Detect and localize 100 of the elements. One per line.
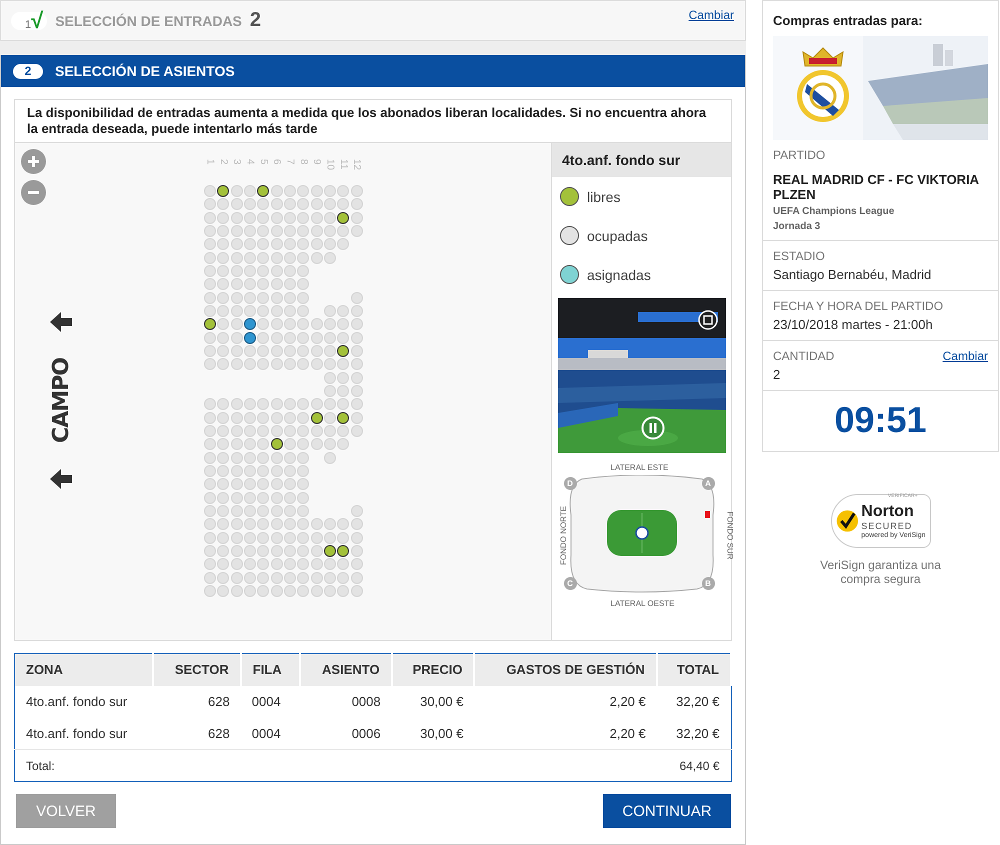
taken-seat[interactable] <box>284 544 296 557</box>
free-seat[interactable] <box>337 344 350 357</box>
taken-seat[interactable] <box>310 518 323 530</box>
taken-seat[interactable] <box>270 318 283 330</box>
taken-seat[interactable] <box>230 478 243 490</box>
taken-seat[interactable] <box>284 198 296 210</box>
taken-seat[interactable] <box>244 238 256 250</box>
taken-seat[interactable] <box>217 252 230 264</box>
taken-seat[interactable] <box>230 292 243 304</box>
taken-seat[interactable] <box>297 344 310 357</box>
taken-seat[interactable] <box>257 224 270 237</box>
taken-seat[interactable] <box>310 198 323 210</box>
zoom-in-button[interactable] <box>21 149 46 174</box>
taken-seat[interactable] <box>324 372 336 384</box>
taken-seat[interactable] <box>257 358 270 370</box>
taken-seat[interactable] <box>244 532 256 544</box>
taken-seat[interactable] <box>244 478 256 490</box>
taken-seat[interactable] <box>217 224 230 237</box>
taken-seat[interactable] <box>297 584 310 597</box>
taken-seat[interactable] <box>297 532 310 544</box>
taken-seat[interactable] <box>204 412 216 424</box>
taken-seat[interactable] <box>284 318 296 330</box>
taken-seat[interactable] <box>217 264 230 277</box>
taken-seat[interactable] <box>217 504 230 517</box>
taken-seat[interactable] <box>284 504 296 517</box>
taken-seat[interactable] <box>350 292 363 304</box>
taken-seat[interactable] <box>257 492 270 504</box>
taken-seat[interactable] <box>230 544 243 557</box>
taken-seat[interactable] <box>297 264 310 277</box>
assigned-seat[interactable] <box>244 332 256 344</box>
taken-seat[interactable] <box>230 504 243 517</box>
taken-seat[interactable] <box>284 412 296 424</box>
taken-seat[interactable] <box>310 318 323 330</box>
taken-seat[interactable] <box>310 224 323 237</box>
taken-seat[interactable] <box>217 292 230 304</box>
taken-seat[interactable] <box>257 572 270 584</box>
taken-seat[interactable] <box>230 424 243 437</box>
taken-seat[interactable] <box>217 464 230 477</box>
taken-seat[interactable] <box>204 464 216 477</box>
assigned-seat[interactable] <box>244 318 256 330</box>
taken-seat[interactable] <box>297 278 310 290</box>
taken-seat[interactable] <box>324 304 336 317</box>
taken-seat[interactable] <box>257 412 270 424</box>
taken-seat[interactable] <box>230 412 243 424</box>
taken-seat[interactable] <box>324 452 336 464</box>
taken-seat[interactable] <box>257 292 270 304</box>
taken-seat[interactable] <box>284 584 296 597</box>
taken-seat[interactable] <box>337 372 350 384</box>
free-seat[interactable] <box>337 212 350 224</box>
taken-seat[interactable] <box>217 452 230 464</box>
free-seat[interactable] <box>337 544 350 557</box>
taken-seat[interactable] <box>244 212 256 224</box>
taken-seat[interactable] <box>284 492 296 504</box>
taken-seat[interactable] <box>230 278 243 290</box>
taken-seat[interactable] <box>204 344 216 357</box>
taken-seat[interactable] <box>284 532 296 544</box>
taken-seat[interactable] <box>270 304 283 317</box>
taken-seat[interactable] <box>217 358 230 370</box>
taken-seat[interactable] <box>204 438 216 450</box>
taken-seat[interactable] <box>244 264 256 277</box>
taken-seat[interactable] <box>230 518 243 530</box>
taken-seat[interactable] <box>324 318 336 330</box>
taken-seat[interactable] <box>217 558 230 570</box>
taken-seat[interactable] <box>297 452 310 464</box>
taken-seat[interactable] <box>244 504 256 517</box>
taken-seat[interactable] <box>257 238 270 250</box>
taken-seat[interactable] <box>284 212 296 224</box>
taken-seat[interactable] <box>270 252 283 264</box>
taken-seat[interactable] <box>257 532 270 544</box>
taken-seat[interactable] <box>204 452 216 464</box>
taken-seat[interactable] <box>324 518 336 530</box>
taken-seat[interactable] <box>204 358 216 370</box>
taken-seat[interactable] <box>337 584 350 597</box>
free-seat[interactable] <box>270 438 283 450</box>
taken-seat[interactable] <box>244 412 256 424</box>
taken-seat[interactable] <box>244 278 256 290</box>
free-seat[interactable] <box>337 412 350 424</box>
taken-seat[interactable] <box>230 572 243 584</box>
taken-seat[interactable] <box>337 318 350 330</box>
taken-seat[interactable] <box>297 492 310 504</box>
taken-seat[interactable] <box>270 238 283 250</box>
taken-seat[interactable] <box>350 304 363 317</box>
taken-seat[interactable] <box>350 504 363 517</box>
taken-seat[interactable] <box>297 464 310 477</box>
taken-seat[interactable] <box>324 185 336 197</box>
taken-seat[interactable] <box>297 185 310 197</box>
taken-seat[interactable] <box>297 224 310 237</box>
taken-seat[interactable] <box>297 504 310 517</box>
taken-seat[interactable] <box>297 478 310 490</box>
taken-seat[interactable] <box>270 344 283 357</box>
taken-seat[interactable] <box>297 212 310 224</box>
taken-seat[interactable] <box>284 344 296 357</box>
taken-seat[interactable] <box>324 384 336 397</box>
taken-seat[interactable] <box>204 292 216 304</box>
taken-seat[interactable] <box>297 252 310 264</box>
free-seat[interactable] <box>324 544 336 557</box>
taken-seat[interactable] <box>350 584 363 597</box>
taken-seat[interactable] <box>270 278 283 290</box>
taken-seat[interactable] <box>270 332 283 344</box>
free-seat[interactable] <box>204 318 216 330</box>
